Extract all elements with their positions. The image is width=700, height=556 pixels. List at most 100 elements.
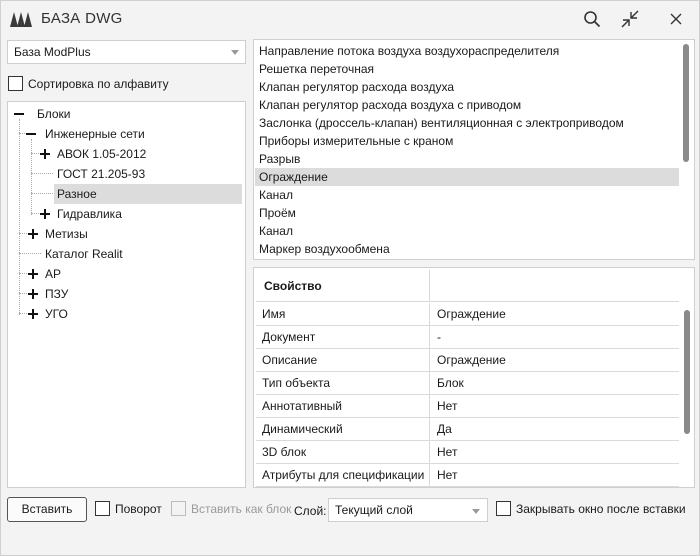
list-item[interactable]: Заслонка (дроссель-клапан) вентиляционна… [255,114,679,132]
expand-icon[interactable] [28,289,38,299]
table-row[interactable]: Динамический Да [256,418,679,441]
list-item[interactable]: Клапан регулятор расхода воздуха [255,78,679,96]
property-key: Имя [256,303,430,325]
property-key: Тип объекта [256,372,430,394]
list-item[interactable]: Решетка переточная [255,60,679,78]
layer-selector[interactable]: Текущий слой [328,498,488,522]
collapse-icon[interactable] [26,129,36,139]
insert-button[interactable]: Вставить [7,497,87,522]
insert-as-block-checkbox[interactable]: Вставить как блок [171,501,291,516]
rotate-checkbox[interactable]: Поворот [95,501,162,516]
layer-selector-value: Текущий слой [335,503,413,517]
property-value: Нет [437,468,458,482]
expand-icon[interactable] [28,309,38,319]
expand-icon[interactable] [40,149,50,159]
chevron-down-icon [231,50,239,55]
base-selector-value: База ModPlus [14,45,91,59]
checkbox-box[interactable] [496,501,511,516]
close-after-insert-label: Закрывать окно после вставки [516,501,686,516]
logo-icon [10,12,32,27]
chevron-down-icon [472,509,480,514]
collapse-icon[interactable] [14,109,24,119]
window-title: БАЗА DWG [41,10,123,27]
base-dwg-window: БАЗА DWG База ModPlus Сортировка по алфа… [0,0,700,556]
tree-item-abok[interactable]: АВОК 1.05-2012 [40,144,149,164]
property-value: Нет [437,399,458,413]
tree-item-label: ПЗУ [45,287,69,301]
tree-item-misc[interactable]: Разное [54,184,242,204]
tree-item-hydraulics[interactable]: Гидравлика [40,204,125,224]
property-key: 3D блок [256,441,430,463]
property-grid-scrollbar[interactable] [684,310,690,434]
property-grid-header: Свойство [256,270,679,302]
expand-icon[interactable] [40,209,50,219]
tree-item-label: Гидравлика [57,207,122,221]
search-button[interactable] [580,7,604,31]
property-key: Динамический [256,418,430,440]
list-item-selected[interactable]: Ограждение [255,168,679,186]
search-icon [584,11,601,28]
list-item[interactable]: Клапан регулятор расхода воздуха с приво… [255,96,679,114]
table-row[interactable]: Документ - [256,326,679,349]
base-selector[interactable]: База ModPlus [7,40,246,64]
collapse-icon [621,10,639,28]
tree-item-fasteners[interactable]: Метизы [28,224,91,244]
tree-item-engineering[interactable]: Инженерные сети [26,124,148,144]
insert-as-block-label: Вставить как блок [191,501,292,516]
table-row[interactable]: Имя Ограждение [256,303,679,326]
property-value: Нет [437,445,458,459]
property-key: Документ [256,326,430,348]
tree-item-gost[interactable]: ГОСТ 21.205-93 [54,164,148,184]
tree-item-label: Каталог Realit [45,247,123,261]
layer-label: Слой: [294,504,327,518]
tree-item-label: Блоки [37,107,71,121]
table-row[interactable]: Атрибуты для спецификации Нет [256,464,679,487]
property-value: Ограждение [437,307,506,321]
tree-item-label: АР [45,267,62,281]
sort-alpha-checkbox[interactable]: Сортировка по алфавиту [8,76,169,91]
tree-item-label: Метизы [45,227,88,241]
close-after-insert-checkbox[interactable]: Закрывать окно после вставки [496,501,686,516]
property-key: Описание [256,349,430,371]
property-key: Аннотативный [256,395,430,417]
property-value: - [437,330,441,344]
list-item[interactable]: Маркер воздухообмена [255,240,679,258]
tree-item-ar[interactable]: АР [28,264,64,284]
list-item[interactable]: Направление потока воздуха воздухораспре… [255,42,679,60]
table-row[interactable]: Аннотативный Нет [256,395,679,418]
checkbox-box[interactable] [8,76,23,91]
category-tree[interactable]: Блоки Инженерные сети АВОК 1.05-2012 ГОС… [7,101,246,488]
list-item[interactable]: Разрыв [255,150,679,168]
close-button[interactable] [664,7,688,31]
block-list-scrollbar[interactable] [683,44,689,162]
sort-alpha-label: Сортировка по алфавиту [28,76,169,91]
property-value: Ограждение [437,353,506,367]
tree-item-label: Инженерные сети [45,127,145,141]
close-icon [670,13,682,25]
expand-icon[interactable] [28,269,38,279]
rotate-label: Поворот [115,501,162,516]
tree-item-realit[interactable]: Каталог Realit [42,244,126,264]
collapse-button[interactable] [618,7,642,31]
table-row[interactable]: Описание Ограждение [256,349,679,372]
property-value: Да [437,422,452,436]
list-item[interactable]: Канал [255,186,679,204]
tree-item-label: УГО [45,307,68,321]
tree-item-blocks[interactable]: Блоки [14,104,74,124]
property-column-header: Свойство [256,270,430,302]
property-value: Блок [437,376,464,390]
tree-item-pzu[interactable]: ПЗУ [28,284,71,304]
table-row[interactable]: 3D блок Нет [256,441,679,464]
table-row[interactable]: Тип объекта Блок [256,372,679,395]
list-item[interactable]: Проём [255,204,679,222]
tree-item-ugo[interactable]: УГО [28,304,71,324]
property-grid: Свойство Имя Ограждение Документ - Описа… [253,267,695,488]
checkbox-box[interactable] [171,501,186,516]
block-list[interactable]: Направление потока воздуха воздухораспре… [253,39,695,260]
list-item[interactable]: Канал [255,222,679,240]
checkbox-box[interactable] [95,501,110,516]
list-item[interactable]: Приборы измерительные с краном [255,132,679,150]
expand-icon[interactable] [28,229,38,239]
tree-item-label: Разное [54,184,242,204]
property-key: Атрибуты для спецификации [256,464,430,486]
